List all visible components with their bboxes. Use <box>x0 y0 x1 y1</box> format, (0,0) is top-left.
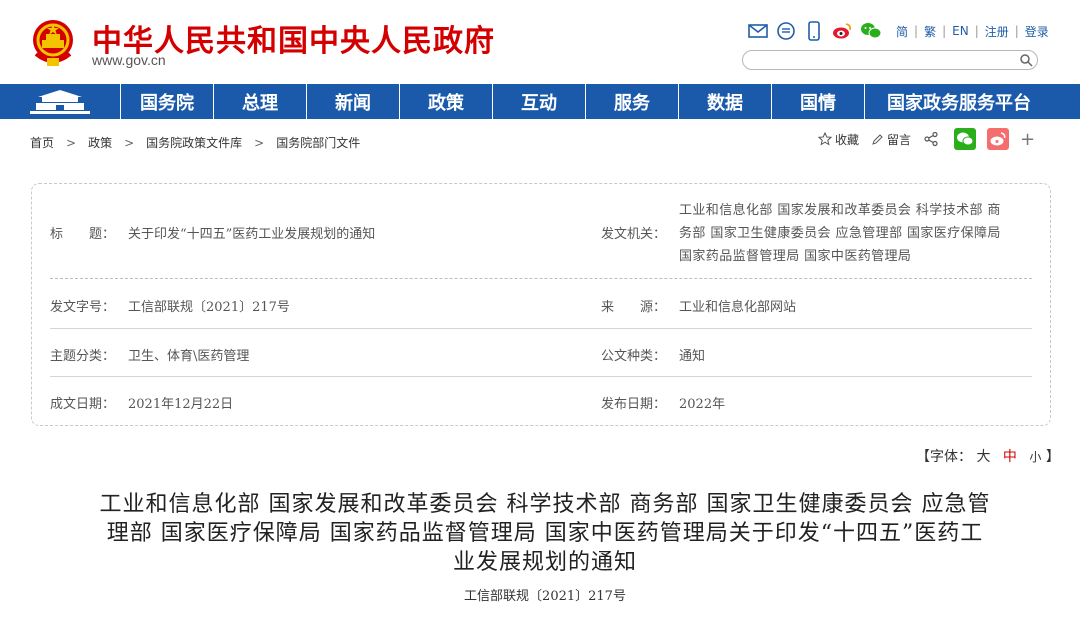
english-link[interactable]: EN <box>952 24 969 38</box>
document-info-table: 标 题： 关于印发“十四五”医药工业发展规划的通知 发文机关： 工业和信息化部 … <box>31 183 1051 426</box>
divider <box>50 328 1032 329</box>
breadcrumb-home[interactable]: 首页 <box>30 134 54 151</box>
font-size-small-button[interactable]: 小 <box>1029 450 1041 464</box>
separator: | <box>1014 24 1019 38</box>
divider <box>50 376 1032 377</box>
favorite-button[interactable]: 收藏 <box>818 131 859 148</box>
doctype-value: 通知 <box>679 349 706 364</box>
weibo-share-button[interactable] <box>987 128 1010 150</box>
weibo-icon[interactable] <box>832 21 852 41</box>
source-label: 来 源： <box>601 300 667 315</box>
pencil-icon <box>872 133 883 145</box>
share-icon <box>924 131 938 147</box>
font-size-large-button[interactable]: 大 <box>976 449 990 465</box>
wechat-share-button[interactable] <box>954 128 977 150</box>
written-date-value: 2021年12月22日 <box>128 397 234 412</box>
separator: | <box>942 24 947 38</box>
more-share-button[interactable]: + <box>1020 129 1035 150</box>
nav-item-data[interactable]: 数据 <box>678 84 771 119</box>
wechat-icon[interactable] <box>860 21 882 41</box>
issuer-value: 工业和信息化部 国家发展和改革委员会 科学技术部 商 务部 国家卫生健康委员会 … <box>679 199 1001 268</box>
weibo-icon <box>990 132 1006 146</box>
font-size-control: 【字体： 大 中 小 】 <box>916 446 1060 466</box>
national-emblem-logo[interactable] <box>30 18 76 68</box>
top-toolbar: 简 | 繁 | EN | 注册 | 登录 <box>748 20 1049 42</box>
favorite-label: 收藏 <box>835 132 860 147</box>
separator: | <box>974 24 979 38</box>
chat-icon[interactable] <box>776 21 796 41</box>
traditional-chinese-link[interactable]: 繁 <box>924 23 936 40</box>
search-icon[interactable] <box>1019 53 1033 67</box>
nav-items: 国务院 总理 新闻 政策 互动 服务 数据 国情 国家政务服务平台 <box>120 84 1053 119</box>
comment-label: 留言 <box>887 132 912 147</box>
article-tools: 收藏 留言 + <box>818 128 1035 150</box>
login-link[interactable]: 登录 <box>1025 23 1049 40</box>
share-button[interactable] <box>923 131 942 147</box>
nav-item-news[interactable]: 新闻 <box>306 84 399 119</box>
site-url: www.gov.cn <box>92 52 166 68</box>
document-title-line: 理部 国家医疗保障局 国家药品监督管理局 国家中医药管理局关于印发“十四五”医药… <box>106 521 984 546</box>
mobile-icon[interactable] <box>804 21 824 41</box>
document-title-line: 业发展规划的通知 <box>452 550 637 575</box>
site-header: 中华人民共和国中央人民政府 www.gov.cn 简 | 繁 | EN | 注册… <box>0 0 1080 84</box>
topic-value: 卫生、体育\医药管理 <box>128 349 250 364</box>
breadcrumb-department-docs[interactable]: 国务院部门文件 <box>276 134 360 151</box>
publish-date-value: 2022年 <box>679 397 726 412</box>
chevron-right-icon: > <box>66 135 77 150</box>
nav-item-services[interactable]: 服务 <box>585 84 678 119</box>
topic-label: 主题分类： <box>50 349 116 364</box>
register-link[interactable]: 注册 <box>985 23 1009 40</box>
issuer-label: 发文机关： <box>601 227 667 242</box>
title-label: 标 题： <box>50 227 116 242</box>
issuer-line: 国家药品监督管理局 国家中医药管理局 <box>679 249 912 264</box>
comment-button[interactable]: 留言 <box>871 131 911 148</box>
source-value: 工业和信息化部网站 <box>679 300 797 315</box>
document-number: 工信部联规〔2021〕217号 <box>464 589 626 604</box>
breadcrumb-policy[interactable]: 政策 <box>88 134 112 151</box>
star-icon <box>818 132 832 146</box>
breadcrumb: 首页 > 政策 > 国务院政策文件库 > 国务院部门文件 <box>30 134 360 151</box>
docno-label: 发文字号： <box>50 300 116 315</box>
font-size-suffix: 】 <box>1045 449 1060 465</box>
search-input[interactable] <box>742 50 1038 70</box>
doctype-label: 公文种类： <box>601 349 667 364</box>
mail-icon[interactable] <box>748 21 768 41</box>
title-value: 关于印发“十四五”医药工业发展规划的通知 <box>128 227 376 242</box>
font-size-prefix: 【字体： <box>916 449 972 465</box>
chevron-right-icon: > <box>254 135 265 150</box>
publish-date-label: 发布日期： <box>601 397 667 412</box>
breadcrumb-policy-library[interactable]: 国务院政策文件库 <box>146 134 242 151</box>
nav-item-service-platform[interactable]: 国家政务服务平台 <box>864 84 1053 119</box>
font-size-medium-button[interactable]: 中 <box>1003 449 1017 465</box>
home-nav-button[interactable] <box>0 84 120 119</box>
nav-item-policy[interactable]: 政策 <box>399 84 492 119</box>
document-title: 工业和信息化部 国家发展和改革委员会 科学技术部 商务部 国家卫生健康委员会 应… <box>64 490 1026 577</box>
nav-item-premier[interactable]: 总理 <box>213 84 306 119</box>
wechat-icon <box>957 132 974 146</box>
docno-value: 工信部联规〔2021〕217号 <box>128 300 290 315</box>
divider <box>50 278 1032 279</box>
chevron-right-icon: > <box>124 135 135 150</box>
nav-item-national-info[interactable]: 国情 <box>771 84 864 119</box>
issuer-line: 务部 国家卫生健康委员会 应急管理部 国家医疗保障局 <box>679 226 1001 241</box>
document-title-line: 工业和信息化部 国家发展和改革委员会 科学技术部 商务部 国家卫生健康委员会 应… <box>99 492 991 517</box>
issuer-line: 工业和信息化部 国家发展和改革委员会 科学技术部 商 <box>679 203 1001 218</box>
written-date-label: 成文日期： <box>50 397 116 412</box>
separator: | <box>914 24 919 38</box>
main-nav: 国务院 总理 新闻 政策 互动 服务 数据 国情 国家政务服务平台 <box>0 84 1080 119</box>
language-auth-links: 简 | 繁 | EN | 注册 | 登录 <box>896 23 1049 40</box>
nav-item-interaction[interactable]: 互动 <box>492 84 585 119</box>
nav-item-state-council[interactable]: 国务院 <box>120 84 213 119</box>
tiananmen-icon <box>30 89 90 114</box>
simplified-chinese-link[interactable]: 简 <box>896 23 908 40</box>
